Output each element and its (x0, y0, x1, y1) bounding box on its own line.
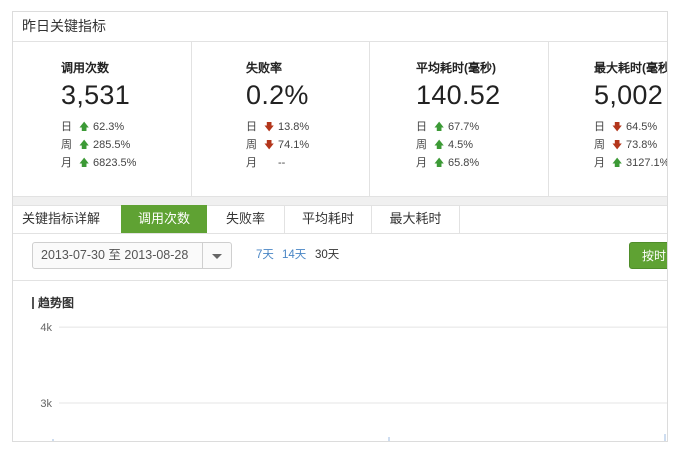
metric-value: 5,002 (594, 80, 664, 110)
change-row-week: 周 🡅 285.5% (61, 136, 136, 154)
arrow-up-icon: 🡅 (434, 122, 445, 133)
date-range-value: 2013-07-30 至 2013-08-28 (41, 248, 189, 262)
arrow-down-icon: 🡇 (264, 122, 275, 133)
trend-chart: 4k 3k (40, 322, 667, 441)
metric-max-latency: 最大耗时(毫秒) 5,002 日 🡇 64.5% 周 🡇 73.8% 月 🡅 3127.1% (549, 42, 667, 196)
change-row-month: 月 -- (246, 157, 286, 169)
detail-title: 关键指标详解 (22, 211, 101, 226)
chevron-down-icon[interactable] (202, 243, 231, 268)
panel-title: 昨日关键指标 (13, 12, 667, 42)
arrow-up-icon: 🡅 (79, 140, 90, 151)
arrow-up-icon: 🡅 (612, 158, 623, 169)
range-14-days[interactable]: 14天 (282, 246, 306, 262)
range-7-days[interactable]: 7天 (256, 246, 274, 262)
chart-ticks: 4k 3k (40, 322, 52, 410)
y-tick-label: 4k (40, 322, 52, 334)
metric-failure-rate: 失败率 0.2% 日 🡇 13.8% 周 🡇 74.1% 月 -- (192, 42, 370, 196)
metric-name: 平均耗时(毫秒) (416, 61, 496, 75)
metric-changes: 日 🡇 13.8% 周 🡇 74.1% 月 -- (246, 118, 309, 172)
change-row-week: 周 🡇 73.8% (594, 136, 667, 154)
by-time-button[interactable]: 按时间 (629, 242, 667, 269)
arrow-up-icon: 🡅 (79, 158, 90, 169)
range-30-days[interactable]: 30天 (315, 246, 339, 262)
arrow-up-icon: 🡅 (79, 122, 90, 133)
change-row-week: 周 🡅 4.5% (416, 136, 479, 154)
tab-avg-latency[interactable]: 平均耗时 (285, 205, 372, 233)
metric-calls: 调用次数 3,531 日 🡅 62.3% 周 🡅 285.5% 月 🡅 6823.5% (13, 42, 192, 196)
change-row-month: 月 🡅 65.8% (416, 154, 479, 172)
tab-calls[interactable]: 调用次数 (121, 205, 207, 233)
date-toolbar: 2013-07-30 至 2013-08-28 7天 14天 30天 按时间 (13, 234, 667, 281)
metric-name: 调用次数 (61, 61, 110, 75)
metric-changes: 日 🡅 62.3% 周 🡅 285.5% 月 🡅 6823.5% (61, 118, 136, 172)
change-row-week: 周 🡇 74.1% (246, 136, 309, 154)
change-row-day: 日 🡇 64.5% (594, 118, 667, 136)
change-row-day: 日 🡅 67.7% (416, 118, 479, 136)
metric-name: 失败率 (246, 61, 283, 75)
metric-value: 140.52 (416, 80, 501, 110)
metric-value: 0.2% (246, 80, 309, 110)
change-row-day: 日 🡇 13.8% (246, 118, 309, 136)
chart-grid (59, 326, 667, 404)
metric-changes: 日 🡇 64.5% 周 🡇 73.8% 月 🡅 3127.1% (594, 118, 667, 172)
arrow-down-icon: 🡇 (612, 122, 623, 133)
change-row-day: 日 🡅 62.3% (61, 118, 136, 136)
arrow-up-icon: 🡅 (434, 140, 445, 151)
tab-max-latency[interactable]: 最大耗时 (372, 205, 460, 233)
metric-tabs: 关键指标详解 调用次数 失败率 平均耗时 最大耗时 (13, 205, 667, 234)
metrics-row: 调用次数 3,531 日 🡅 62.3% 周 🡅 285.5% 月 🡅 6823.5% 失败… (13, 42, 667, 196)
trend-title: 趋势图 (32, 297, 74, 309)
metric-changes: 日 🡅 67.7% 周 🡅 4.5% 月 🡅 65.8% (416, 118, 479, 172)
metric-avg-latency: 平均耗时(毫秒) 140.52 日 🡅 67.7% 周 🡅 4.5% 月 🡅 65.8% (370, 42, 549, 196)
key-metrics-panel: 昨日关键指标 调用次数 3,531 日 🡅 62.3% 周 🡅 285.5% 月 🡅 682… (12, 11, 668, 442)
change-row-month: 月 🡅 3127.1% (594, 154, 667, 172)
change-row-month: 月 🡅 6823.5% (61, 154, 136, 172)
arrow-down-icon: 🡇 (264, 140, 275, 151)
tab-failure-rate[interactable]: 失败率 (207, 205, 285, 233)
metric-value: 3,531 (61, 80, 131, 110)
y-tick-label: 3k (40, 398, 52, 410)
date-range-picker[interactable]: 2013-07-30 至 2013-08-28 (32, 242, 232, 269)
metric-name: 最大耗时(毫秒) (594, 61, 668, 75)
arrow-up-icon: 🡅 (434, 158, 445, 169)
arrow-down-icon: 🡇 (612, 140, 623, 151)
